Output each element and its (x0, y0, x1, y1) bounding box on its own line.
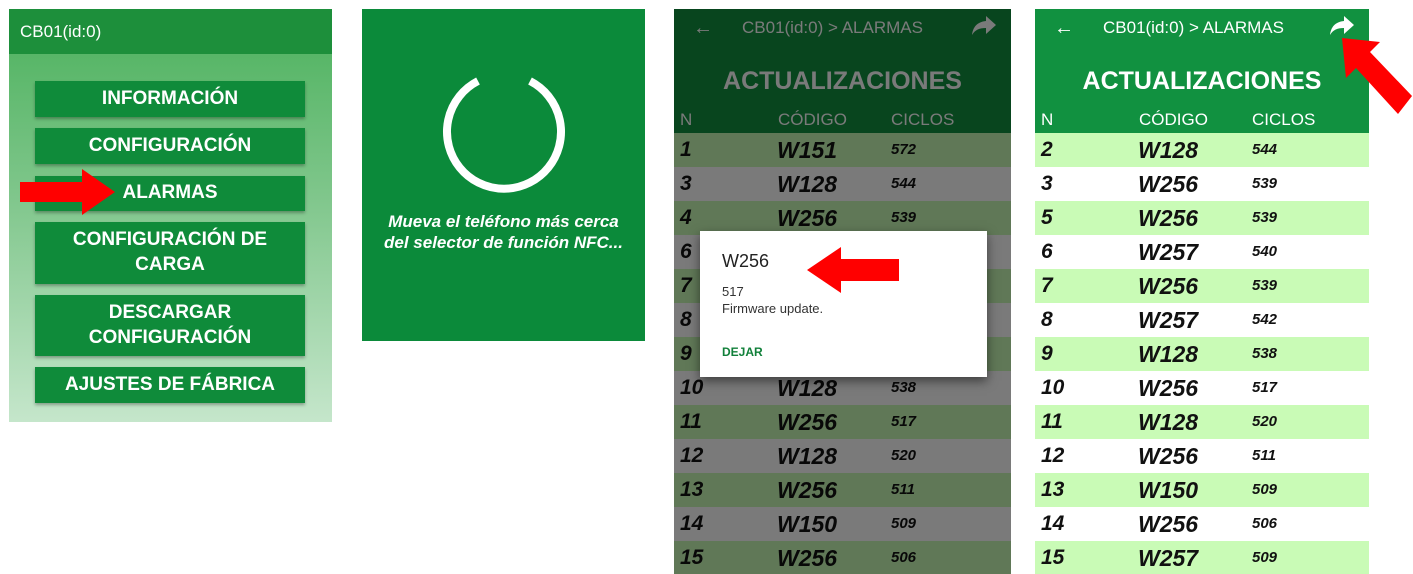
dialog-title: W256 (722, 251, 770, 271)
row-cycles: 540 (1252, 243, 1278, 260)
row-cycles: 517 (1252, 379, 1278, 396)
row-cycles: 539 (1252, 277, 1278, 294)
nfc-message-line2: del selector de función NFC... (384, 233, 623, 253)
table-row[interactable]: 2 W128 544 (1035, 133, 1369, 167)
row-number: 6 (1041, 240, 1053, 263)
alarms-header: ← CB01(id:0) > ALARMAS ACTUALIZACIONES N… (1035, 9, 1369, 133)
row-number: 9 (1041, 342, 1053, 365)
menu-button-informacion[interactable]: INFORMACIÓN (35, 81, 305, 117)
row-number: 15 (1041, 546, 1065, 569)
table-row[interactable]: 15 W257 509 (1035, 541, 1369, 574)
nfc-message-line1: Mueva el teléfono más cerca (388, 212, 619, 231)
row-code: W128 (1138, 137, 1199, 163)
row-number: 14 (1041, 512, 1065, 535)
red-pointer-arrow-icon (807, 247, 899, 293)
nfc-message: Mueva el teléfono más cerca del selector… (362, 211, 645, 254)
row-cycles: 509 (1252, 481, 1278, 498)
row-number: 2 (1041, 138, 1053, 161)
col-header-ciclos: CICLOS (1252, 110, 1316, 129)
dialog-description: Firmware update. (722, 301, 824, 316)
row-cycles: 520 (1252, 413, 1278, 430)
row-number: 3 (1041, 172, 1053, 195)
dialog-cycles: 517 (722, 284, 744, 299)
table-row[interactable]: 10 W256 517 (1035, 371, 1369, 405)
table-row[interactable]: 13 W150 509 (1035, 473, 1369, 507)
row-number: 11 (1041, 410, 1063, 433)
app-bar-title: CB01(id:0) (9, 9, 332, 54)
alarms-heading: ACTUALIZACIONES (1082, 67, 1322, 95)
row-cycles: 511 (1252, 447, 1276, 464)
table-row[interactable]: 12 W256 511 (1035, 439, 1369, 473)
alarm-detail-dialog: W256 517 Firmware update. DEJAR (700, 231, 987, 377)
row-cycles: 506 (1252, 515, 1278, 532)
row-number: 12 (1041, 444, 1065, 467)
row-number: 7 (1041, 274, 1053, 297)
row-cycles: 538 (1252, 345, 1278, 362)
dialog-dismiss-button[interactable]: DEJAR (722, 345, 763, 359)
row-cycles: 509 (1252, 549, 1278, 566)
table-row[interactable]: 6 W257 540 (1035, 235, 1369, 269)
table-row[interactable]: 14 W256 506 (1035, 507, 1369, 541)
row-cycles: 539 (1252, 209, 1278, 226)
nfc-waiting-screen: Mueva el teléfono más cerca del selector… (362, 9, 645, 341)
table-row[interactable]: 8 W257 542 (1035, 303, 1369, 337)
row-cycles: 539 (1252, 175, 1278, 192)
row-code: W257 (1138, 545, 1199, 571)
loading-spinner-icon (443, 77, 565, 193)
alarms-screen: ← CB01(id:0) > ALARMAS ACTUALIZACIONES N… (1035, 9, 1369, 574)
col-header-n: N (1041, 110, 1054, 129)
row-code: W150 (1138, 477, 1199, 503)
alarms-screen-dialog: ← CB01(id:0) > ALARMAS ACTUALIZACIONES N… (674, 9, 1011, 574)
row-code: W256 (1138, 273, 1199, 299)
row-code: W257 (1138, 239, 1199, 265)
row-number: 5 (1041, 206, 1053, 229)
row-cycles: 542 (1252, 311, 1278, 328)
row-code: W256 (1138, 443, 1199, 469)
red-pointer-arrow-icon (20, 169, 115, 215)
share-forward-icon[interactable] (1329, 15, 1355, 37)
row-code: W256 (1138, 375, 1199, 401)
menu-button-descargar-configuracion[interactable]: DESCARGAR CONFIGURACIÓN (35, 295, 305, 356)
row-code: W257 (1138, 307, 1199, 333)
row-code: W128 (1138, 341, 1199, 367)
table-row[interactable]: 5 W256 539 (1035, 201, 1369, 235)
back-arrow-icon[interactable]: ← (1054, 17, 1074, 40)
red-pointer-arrow-icon (1342, 38, 1412, 114)
menu-button-configuracion[interactable]: CONFIGURACIÓN (35, 128, 305, 164)
menu-button-configuracion-carga[interactable]: CONFIGURACIÓN DE CARGA (35, 222, 305, 284)
alarms-title: CB01(id:0) > ALARMAS (1103, 18, 1284, 37)
row-number: 13 (1041, 478, 1065, 501)
main-menu-screen: CB01(id:0) INFORMACIÓN CONFIGURACIÓN ALA… (9, 9, 332, 422)
table-row[interactable]: 7 W256 539 (1035, 269, 1369, 303)
row-code: W256 (1138, 205, 1199, 231)
table-row[interactable]: 3 W256 539 (1035, 167, 1369, 201)
table-row[interactable]: 11 W128 520 (1035, 405, 1369, 439)
row-number: 8 (1041, 308, 1053, 331)
row-cycles: 544 (1252, 141, 1278, 158)
row-number: 10 (1041, 376, 1065, 399)
menu-button-ajustes-fabrica[interactable]: AJUSTES DE FÁBRICA (35, 367, 305, 403)
row-code: W256 (1138, 171, 1199, 197)
col-header-codigo: CÓDIGO (1139, 110, 1208, 129)
row-code: W128 (1138, 409, 1199, 435)
table-row[interactable]: 9 W128 538 (1035, 337, 1369, 371)
row-code: W256 (1138, 511, 1199, 537)
